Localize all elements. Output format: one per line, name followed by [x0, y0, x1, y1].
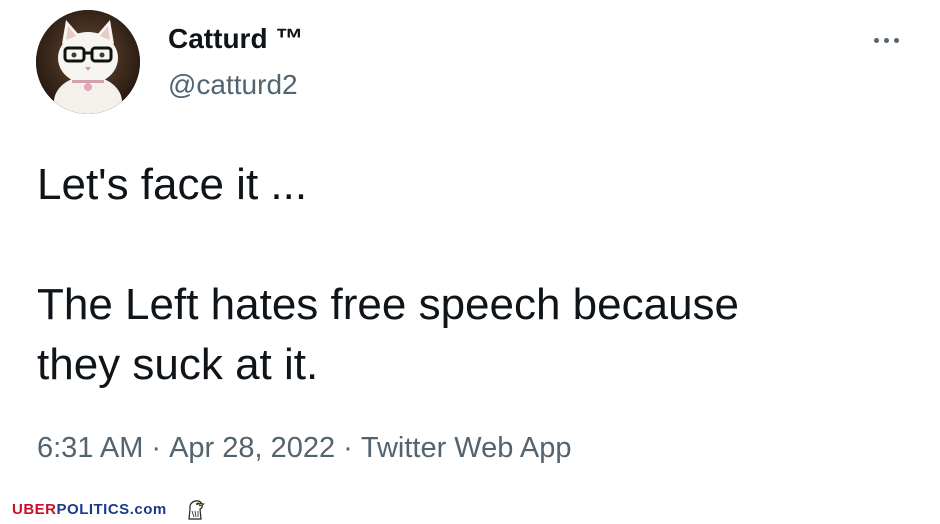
meta-separator: ·: [151, 432, 162, 464]
meta-separator: ·: [343, 432, 353, 464]
watermark-text: UBERPOLITICS.com: [12, 500, 167, 518]
watermark: UBERPOLITICS.com: [12, 497, 207, 521]
tweet-source[interactable]: Twitter Web App: [361, 432, 572, 464]
author-block: Catturd ™ @catturd2: [168, 22, 303, 102]
more-dots-icon: [873, 37, 879, 43]
cat-avatar-icon: [36, 10, 140, 114]
eagle-icon: [188, 500, 205, 520]
tweet-line: they suck at it.: [37, 340, 319, 389]
tweet-line: The Left hates free speech because: [37, 280, 740, 329]
tweet-text: Let's face it ... The Left hates free sp…: [37, 155, 897, 395]
tweet-line: Let's face it ...: [37, 160, 308, 209]
more-dots-icon: [883, 37, 889, 43]
more-dots-icon: [893, 37, 899, 43]
tweet-meta: 6:31 AM · Apr 28, 2022 · Twitter Web App: [37, 430, 571, 466]
tweet-card: Catturd ™ @catturd2 Let's face it ... Th…: [0, 0, 940, 524]
tweet-date[interactable]: Apr 28, 2022: [169, 432, 335, 464]
tweet-line-break: [37, 215, 897, 275]
avatar[interactable]: [36, 10, 140, 114]
author-handle[interactable]: @catturd2: [168, 68, 303, 102]
author-display-name[interactable]: Catturd ™: [168, 22, 303, 56]
more-options-button[interactable]: [868, 28, 904, 52]
tweet-time[interactable]: 6:31 AM: [37, 432, 143, 464]
